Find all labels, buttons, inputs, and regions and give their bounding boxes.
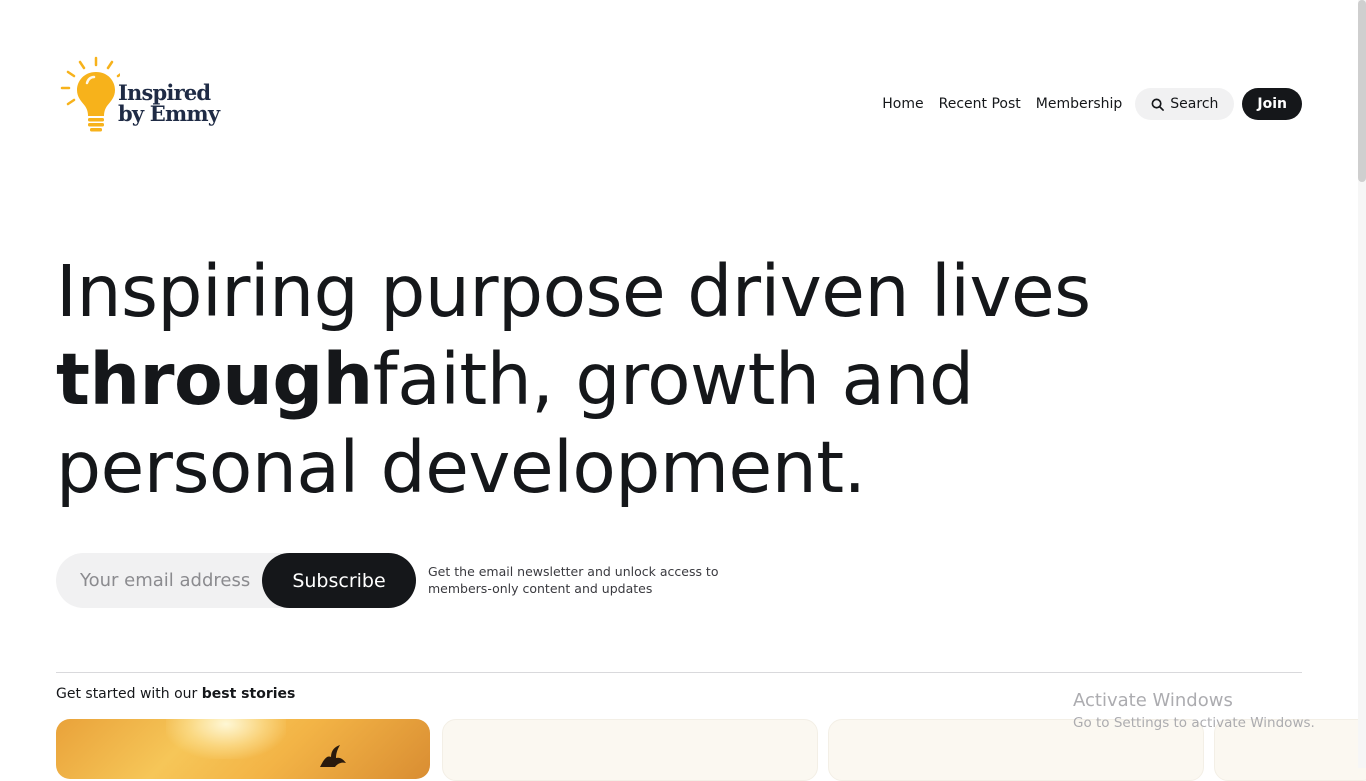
subscribe-note: Get the email newsletter and unlock acce… <box>428 564 719 596</box>
best-stories-prefix: Get started with our <box>56 686 202 702</box>
scrollbar-thumb[interactable] <box>1358 0 1366 182</box>
best-stories-heading: Get started with our best stories <box>56 686 295 702</box>
search-button-label: Search <box>1170 96 1219 112</box>
subscribe-form: Subscribe <box>56 553 416 608</box>
watermark-title: Activate Windows <box>1073 690 1233 711</box>
story-card[interactable] <box>56 719 430 779</box>
logo-line-1: Inspired <box>118 80 211 105</box>
bird-silhouette-icon <box>320 745 346 767</box>
hero-headline: Inspiring purpose driven lives throughfa… <box>56 248 1256 512</box>
best-stories-emphasis: best stories <box>201 686 296 702</box>
page-scrollbar[interactable] <box>1358 0 1366 768</box>
site-logo[interactable]: Inspired by Emmy <box>60 56 220 136</box>
sunlight-glow <box>166 719 286 759</box>
nav-item-home[interactable]: Home <box>882 96 923 112</box>
lightbulb-icon <box>60 56 120 132</box>
watermark-subtitle: Go to Settings to activate Windows. <box>1073 715 1315 731</box>
windows-activation-watermark: Activate Windows Go to Settings to activ… <box>1073 690 1315 734</box>
hero-line-2: throughfaith, growth and <box>56 336 1256 424</box>
main-nav: Home Recent Post Membership Search Join <box>882 88 1302 120</box>
hero-emphasis: through <box>56 338 373 421</box>
search-button[interactable]: Search <box>1135 88 1235 120</box>
email-input[interactable] <box>56 553 280 608</box>
hero-line-1: Inspiring purpose driven lives <box>56 250 1091 333</box>
story-card[interactable] <box>442 719 818 781</box>
nav-item-recent-post[interactable]: Recent Post <box>939 96 1021 112</box>
logo-wordmark: Inspired by Emmy <box>118 80 220 126</box>
section-divider <box>56 672 1302 673</box>
nav-item-membership[interactable]: Membership <box>1036 96 1123 112</box>
join-button[interactable]: Join <box>1242 88 1302 120</box>
hero-line-2-rest: faith, growth and <box>372 338 974 421</box>
search-icon <box>1151 98 1165 111</box>
subscribe-button[interactable]: Subscribe <box>262 553 416 608</box>
hero-line-3: personal development. <box>56 426 866 509</box>
logo-line-2: by Emmy <box>118 101 220 126</box>
